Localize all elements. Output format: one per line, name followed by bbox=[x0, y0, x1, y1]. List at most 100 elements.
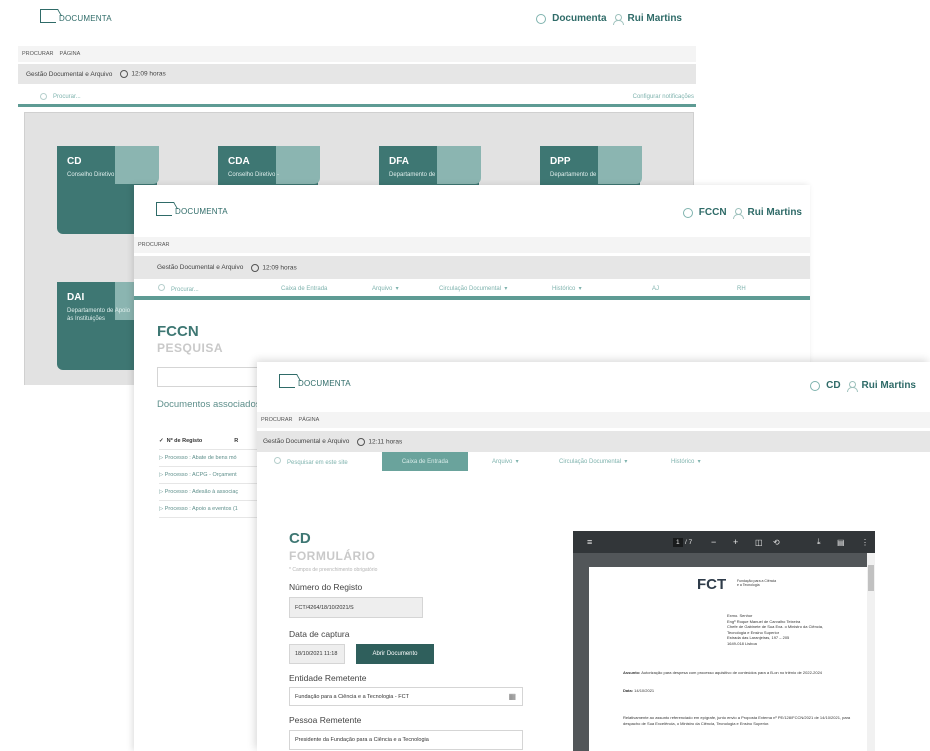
nav-label: Circulação Documental bbox=[559, 459, 622, 465]
user-bar: CD Rui Martins bbox=[810, 380, 916, 392]
page-total: / 7 bbox=[685, 538, 693, 546]
open-document-button[interactable]: Abrir Documento bbox=[356, 644, 434, 664]
list-item[interactable]: ▷ Processo : ACPG - Orçament bbox=[159, 467, 269, 484]
zoom-out-icon[interactable]: − bbox=[711, 537, 716, 547]
pdf-toolbar: ≡ 1 / 7 − + ◫ ⟲ ⤓ ▤ ⋮ bbox=[573, 531, 875, 553]
documenta-logo[interactable]: DOCUMENTA bbox=[279, 374, 351, 388]
search-icon bbox=[158, 284, 165, 291]
nav-caixa-entrada[interactable]: Caixa de Entrada bbox=[382, 452, 468, 471]
user-icon bbox=[732, 207, 744, 219]
list-item[interactable]: ▷ Processo : Apoio a eventos (1 bbox=[159, 501, 269, 518]
menu-pagina[interactable]: PÁGINA bbox=[59, 51, 80, 57]
col-header[interactable]: Nº de Registo bbox=[167, 438, 203, 444]
time-text: 12:09 horas bbox=[262, 264, 297, 272]
docs-list: ✓ Nº de Registo R ▷ Processo : Abate de b… bbox=[159, 433, 269, 518]
user-icon bbox=[846, 380, 858, 392]
context-link[interactable]: FCCN bbox=[699, 207, 727, 218]
menu-procurar[interactable]: PROCURAR bbox=[261, 417, 292, 423]
print-icon[interactable]: ▤ bbox=[837, 538, 845, 547]
entidade-field[interactable]: Fundação para a Ciência e a Tecnologia -… bbox=[289, 687, 523, 706]
user-bar: Documenta Rui Martins bbox=[536, 13, 682, 25]
user-name-link[interactable]: Rui Martins bbox=[862, 380, 916, 391]
address-line: 1649-018 Lisboa bbox=[727, 640, 757, 646]
check-icon[interactable]: ✓ bbox=[159, 438, 167, 444]
notifications-link[interactable]: Configurar notificações bbox=[633, 94, 694, 100]
search-icon bbox=[40, 93, 47, 100]
search-group[interactable]: Pesquisar em este site bbox=[274, 457, 348, 466]
menu-icon[interactable]: ≡ bbox=[587, 537, 592, 547]
nav-divider bbox=[18, 104, 696, 107]
menu-pagina[interactable]: PÁGINA bbox=[298, 417, 319, 423]
entidade-label: Entidade Remetente bbox=[289, 673, 367, 683]
tile-code: DPP bbox=[550, 156, 571, 167]
nav-circulacao[interactable]: Circulação Documental ▾ bbox=[559, 458, 627, 465]
entidade-value: Fundação para a Ciência e a Tecnologia -… bbox=[295, 693, 409, 700]
more-options-icon[interactable]: ⋮ bbox=[861, 538, 869, 547]
captura-field[interactable]: 18/10/2021 11:18 bbox=[289, 644, 345, 664]
assunto-line: Assunto: Autorização para despesa com pr… bbox=[623, 670, 859, 676]
document-logo-icon bbox=[40, 9, 56, 23]
search-bar: Procurar... Configurar notificações bbox=[18, 88, 696, 105]
time-text: 12:09 horas bbox=[131, 70, 166, 78]
pdf-scroll-thumb[interactable] bbox=[868, 565, 874, 591]
tile-code: DFA bbox=[389, 156, 409, 167]
nav-label: Arquivo bbox=[372, 286, 393, 292]
context-link[interactable]: CD bbox=[826, 380, 840, 391]
search-input[interactable]: Procurar... bbox=[53, 94, 81, 100]
col-header[interactable]: R bbox=[234, 438, 238, 444]
menu-procurar[interactable]: PROCURAR bbox=[138, 242, 169, 248]
zoom-in-icon[interactable]: + bbox=[733, 537, 738, 547]
clock-icon bbox=[251, 263, 260, 272]
nav-label: Circulação Documental bbox=[439, 286, 502, 292]
site-icon bbox=[536, 13, 547, 24]
list-item[interactable]: ▷ Processo : Abate de bens mó bbox=[159, 450, 269, 467]
nav-rh[interactable]: RH bbox=[737, 286, 746, 292]
user-name-link[interactable]: Rui Martins bbox=[628, 13, 682, 24]
nav-caixa-entrada[interactable]: Caixa de Entrada bbox=[281, 286, 327, 292]
data-text: 14/10/2021 bbox=[634, 688, 655, 693]
chevron-down-icon: ▾ bbox=[514, 459, 519, 465]
download-icon[interactable]: ⤓ bbox=[817, 537, 821, 547]
nav-circulacao[interactable]: Circulação Documental ▾ bbox=[439, 285, 507, 292]
search-input[interactable]: Pesquisar em este site bbox=[287, 460, 348, 466]
window-cd-form: DOCUMENTA CD Rui Martins PROCURAR PÁGINA… bbox=[257, 362, 930, 751]
context-link[interactable]: Documenta bbox=[552, 13, 606, 24]
page-number-input[interactable]: 1 bbox=[673, 537, 683, 547]
site-title[interactable]: Gestão Documental e Arquivo bbox=[157, 264, 243, 271]
search-field[interactable] bbox=[157, 367, 267, 387]
document-logo-icon bbox=[156, 202, 172, 216]
documenta-logo[interactable]: DOCUMENTA bbox=[156, 202, 228, 216]
fit-page-icon[interactable]: ◫ bbox=[755, 538, 763, 547]
registo-label: Número do Registo bbox=[289, 582, 363, 592]
list-item[interactable]: ▷ Processo : Adesão à associaç bbox=[159, 484, 269, 501]
nav-historico[interactable]: Histórico ▾ bbox=[552, 285, 582, 292]
page-title: FCCN bbox=[157, 323, 199, 340]
nav-historico[interactable]: Histórico ▾ bbox=[671, 458, 701, 465]
registo-field[interactable]: FCT/4264/18/10/2021/S bbox=[289, 597, 423, 618]
address-book-icon[interactable]: ▦ bbox=[508, 692, 516, 701]
pessoa-label: Pessoa Remetente bbox=[289, 715, 362, 725]
nav-arquivo[interactable]: Arquivo ▾ bbox=[372, 285, 399, 292]
search-input[interactable]: Procurar... bbox=[171, 287, 199, 293]
time-display: 12:11 horas bbox=[357, 437, 403, 446]
site-title[interactable]: Gestão Documental e Arquivo bbox=[263, 438, 349, 445]
menu-procurar[interactable]: PROCURAR bbox=[22, 51, 53, 57]
site-title[interactable]: Gestão Documental e Arquivo bbox=[26, 71, 112, 78]
site-bar: Gestão Documental e Arquivo 12:09 horas bbox=[134, 256, 810, 279]
captura-label: Data de captura bbox=[289, 629, 350, 639]
required-note: * Campos de preenchimento obrigatório bbox=[289, 567, 378, 573]
documenta-logo[interactable]: DOCUMENTA bbox=[40, 9, 112, 23]
pdf-page: FCT Fundação para a Ciência e a Tecnolog… bbox=[589, 567, 867, 751]
user-icon bbox=[612, 13, 624, 25]
nav-arquivo[interactable]: Arquivo ▾ bbox=[492, 458, 519, 465]
list-item-label: Processo : ACPG - Orçament bbox=[164, 472, 237, 478]
time-text: 12:11 horas bbox=[368, 438, 403, 446]
nav-aj[interactable]: AJ bbox=[652, 286, 659, 292]
nav-bar: Pesquisar em este site Caixa de Entrada … bbox=[257, 452, 930, 471]
user-name-link[interactable]: Rui Martins bbox=[748, 207, 802, 218]
page-title: CD bbox=[289, 530, 311, 547]
search-group[interactable]: Procurar... bbox=[158, 284, 199, 293]
rotate-icon[interactable]: ⟲ bbox=[773, 538, 780, 547]
pessoa-field[interactable]: Presidente da Fundação para a Ciência e … bbox=[289, 730, 523, 750]
clock-icon bbox=[357, 437, 366, 446]
